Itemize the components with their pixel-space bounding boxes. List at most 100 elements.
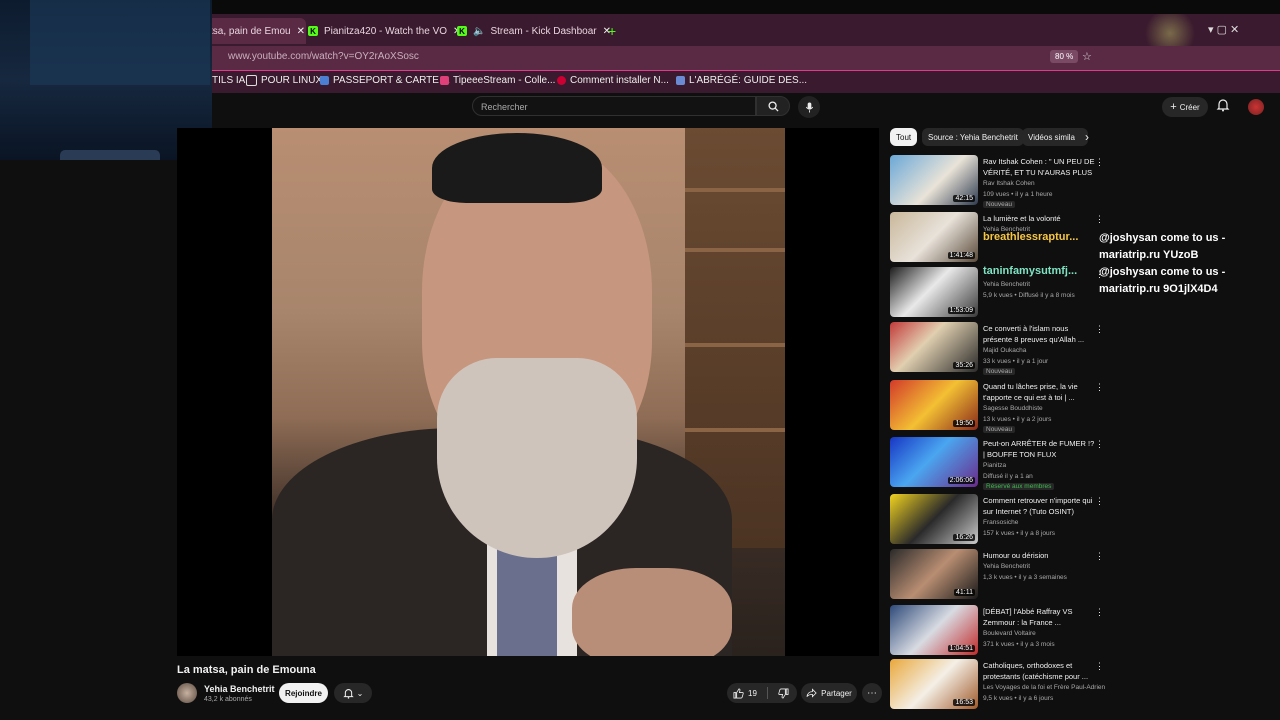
star-icon[interactable]: ☆ (1082, 50, 1092, 63)
chat-username: taninfamysutmfj... (983, 265, 1078, 277)
duration-badge: 1:04:51 (947, 645, 975, 652)
status-badge: Nouveau (983, 368, 1016, 375)
channel-name[interactable]: Yehia Benchetrit (204, 684, 275, 694)
recommendation-channel[interactable]: Yehia Benchetrit (983, 281, 1030, 288)
recommendation-title[interactable]: La lumière et la volonté (983, 213, 1095, 224)
new-tab-button[interactable]: + (608, 18, 616, 44)
notifications-button[interactable] (1216, 98, 1232, 114)
bookmark-passeport[interactable]: PASSEPORT & CARTE ... (320, 75, 450, 86)
recommendation-title[interactable]: Peut-on ARRÊTER de FUMER !? | BOUFFE TON… (983, 438, 1095, 460)
video-title: La matsa, pain de Emouna (177, 664, 316, 676)
chip-all[interactable]: Tout (890, 128, 918, 146)
bookmark-label: Comment installer N... (570, 75, 669, 86)
recommendation-channel[interactable]: Fransosiche (983, 519, 1018, 526)
thumbs-up-icon (733, 688, 744, 698)
window-controls[interactable]: ▾ ▢ ✕ (1208, 23, 1239, 36)
video-thumbnail[interactable]: 1:53:09 (890, 267, 978, 317)
video-thumbnail[interactable]: 2:06:06 (890, 437, 978, 487)
recommendation-channel[interactable]: Rav Itshak Cohen (983, 180, 1035, 187)
duration-badge: 16:26 (953, 534, 975, 541)
bookmark-tipeee[interactable]: TipeeeStream - Colle... (440, 75, 555, 86)
recommendation-channel[interactable]: Majid Oukacha (983, 347, 1026, 354)
recommendation-meta: Diffusé il y a 1 an (983, 473, 1033, 480)
zoom-indicator[interactable]: 80 % (1050, 50, 1079, 63)
recommendation-item[interactable]: 1:04:51 [DÉBAT] l'Abbé Raffray VS Zemmour… (890, 605, 1110, 659)
kick-icon: K (457, 26, 467, 36)
bookmark-label: TipeeeStream - Colle... (453, 75, 556, 86)
recommendation-meta: 1,3 k vues • il y a 3 semaines (983, 574, 1067, 581)
more-options-icon[interactable]: ⋮ (1095, 496, 1104, 507)
speaker-kippa (432, 133, 602, 203)
tab-youtube[interactable]: tsa, pain de Emou ✕ (200, 18, 306, 44)
more-options-icon[interactable]: ⋮ (1095, 439, 1104, 450)
recommendation-channel[interactable]: Boulevard Voltaire (983, 630, 1036, 637)
subscription-notification-button[interactable]: ⌄ (334, 683, 372, 703)
recommendation-item[interactable]: 19:50 Quand tu lâches prise, la vie t'app… (890, 380, 1110, 434)
chevron-right-icon[interactable]: › (1085, 130, 1089, 144)
video-thumbnail[interactable]: 1:04:51 (890, 605, 978, 655)
voice-search-button[interactable] (798, 96, 820, 118)
create-button[interactable]: + Créer (1162, 97, 1208, 117)
recommendation-title[interactable]: [DÉBAT] l'Abbé Raffray VS Zemmour : la F… (983, 606, 1095, 628)
more-options-icon[interactable]: ⋮ (1095, 661, 1104, 672)
bookmark-comment-installer[interactable]: Comment installer N... (557, 75, 669, 86)
tab-kick-dashboard[interactable]: K 🔈 Stream - Kick Dashboar ✕ (457, 18, 611, 44)
bookmark-tils-ia[interactable]: TILS IA (212, 75, 245, 86)
recommendation-channel[interactable]: Sagesse Bouddhiste (983, 405, 1043, 412)
recommendation-item[interactable]: 35:26 Ce converti à l'islam nous présente… (890, 322, 1110, 376)
chat-message: @joshysan come to us - mariatrip.ru YUzo… (1099, 232, 1226, 261)
video-thumbnail[interactable]: 35:26 (890, 322, 978, 372)
recommendation-title[interactable]: Comment retrouver n'importe qui sur Inte… (983, 495, 1095, 517)
url-field[interactable]: www.youtube.com/watch?v=OY2rAoXSosc (228, 51, 419, 62)
bookmark-label: L'ABRÉGÉ: GUIDE DES... (689, 75, 808, 86)
video-thumbnail[interactable]: 41:11 (890, 549, 978, 599)
person-silhouette (60, 150, 160, 160)
recommendation-item[interactable]: 2:06:06 Peut-on ARRÊTER de FUMER !? | BOU… (890, 437, 1110, 491)
recommendation-meta: 157 k vues • il y a 8 jours (983, 530, 1056, 537)
video-thumbnail[interactable]: 16:53 (890, 659, 978, 709)
more-options-icon[interactable]: ⋮ (1095, 157, 1104, 168)
recommendation-title[interactable]: Catholiques, orthodoxes et protestants (… (983, 660, 1095, 682)
more-options-icon[interactable]: ⋮ (1095, 607, 1104, 618)
like-button[interactable]: 19 (733, 688, 757, 699)
video-frame[interactable] (272, 128, 785, 656)
video-thumbnail[interactable]: 19:50 (890, 380, 978, 430)
recommendation-item[interactable]: 42:15 Rav Itshak Cohen : " UN PEU DE VÉRI… (890, 155, 1110, 209)
chip-similar[interactable]: Vidéos simila (1022, 128, 1088, 146)
dislike-button[interactable] (778, 688, 789, 699)
bookmark-abrege[interactable]: L'ABRÉGÉ: GUIDE DES... (676, 75, 807, 86)
chat-message: @joshysan come to us - mariatrip.ru 9O1j… (1099, 266, 1226, 295)
video-thumbnail[interactable]: 42:15 (890, 155, 978, 205)
tab-kick-vod[interactable]: KPianitza420 - Watch the VO✕ (308, 18, 461, 44)
more-actions-button[interactable]: ⋯ (862, 683, 882, 703)
recommendation-channel[interactable]: Yehia Benchetrit (983, 563, 1030, 570)
recommendation-channel[interactable]: Les Voyages de la foi et Frère Paul-Adri… (983, 684, 1105, 691)
share-button[interactable]: Partager (801, 683, 857, 703)
recommendation-item[interactable]: 16:26 Comment retrouver n'importe qui sur… (890, 494, 1110, 548)
video-thumbnail[interactable]: 16:26 (890, 494, 978, 544)
bookmark-pour-linux[interactable]: POUR LINUX (246, 75, 322, 86)
search-icon (767, 100, 779, 112)
speaker-beard (437, 358, 637, 558)
recommendation-channel[interactable]: Pianitza (983, 462, 1006, 469)
search-input[interactable]: Rechercher (472, 96, 756, 116)
more-options-icon[interactable]: ⋮ (1095, 382, 1104, 393)
speaker-icon[interactable]: 🔈 (473, 26, 485, 37)
more-options-icon[interactable]: ⋮ (1095, 324, 1104, 335)
account-avatar[interactable] (1248, 99, 1264, 115)
recommendation-title[interactable]: Humour ou dérision (983, 550, 1095, 561)
join-button[interactable]: Rejoindre (279, 683, 328, 703)
recommendation-item[interactable]: 16:53 Catholiques, orthodoxes et protesta… (890, 659, 1110, 713)
recommendation-title[interactable]: Quand tu lâches prise, la vie t'apporte … (983, 381, 1095, 403)
recommendation-title[interactable]: Ce converti à l'islam nous présente 8 pr… (983, 323, 1095, 345)
chip-source[interactable]: Source : Yehia Benchetrit (922, 128, 1024, 146)
close-icon[interactable]: ✕ (297, 26, 305, 37)
recommendation-item[interactable]: 41:11 Humour ou dérision Yehia Benchetrit 1… (890, 549, 1110, 603)
video-thumbnail[interactable]: 1:41:48 (890, 212, 978, 262)
more-icon: ⋯ (867, 687, 877, 699)
search-button[interactable] (756, 96, 790, 116)
channel-avatar[interactable] (177, 683, 197, 703)
more-options-icon[interactable]: ⋮ (1095, 214, 1104, 225)
recommendation-title[interactable]: Rav Itshak Cohen : " UN PEU DE VÉRITÉ, E… (983, 156, 1095, 178)
more-options-icon[interactable]: ⋮ (1095, 551, 1104, 562)
